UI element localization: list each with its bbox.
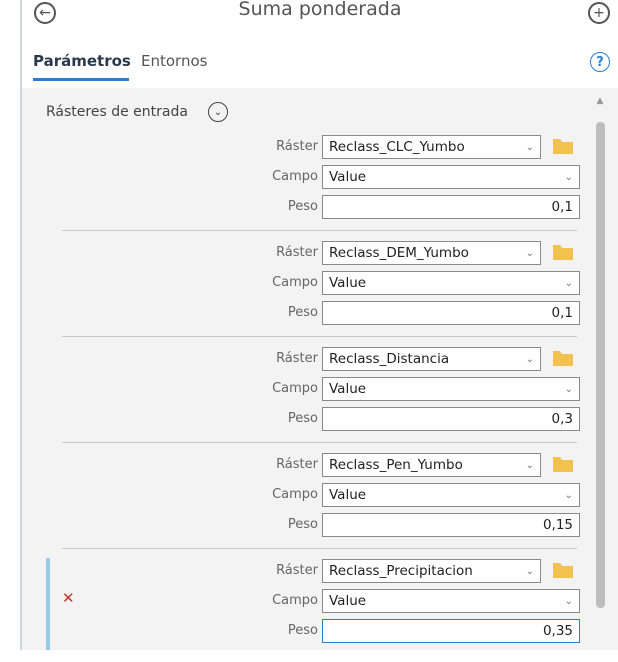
chevron-down-icon: ⌄ — [564, 278, 573, 289]
folder-icon[interactable] — [553, 351, 573, 366]
group-divider — [62, 442, 577, 443]
page-title: Suma ponderada — [238, 0, 402, 20]
campo-value: Value — [329, 275, 367, 291]
tab-parametros[interactable]: Parámetros — [33, 52, 131, 70]
group-divider — [62, 548, 577, 549]
raster-label: Ráster — [276, 245, 318, 260]
peso-input[interactable]: 0,3 — [322, 407, 580, 431]
raster-value: Reclass_CLC_Yumbo — [329, 139, 465, 155]
raster-row: Ráster Reclass_Distancia ⌄ — [22, 344, 602, 374]
peso-label: Peso — [287, 305, 318, 320]
peso-label: Peso — [287, 623, 318, 638]
campo-select[interactable]: Value ⌄ — [322, 271, 580, 295]
campo-select[interactable]: Value ⌄ — [322, 165, 580, 189]
raster-value: Reclass_Pen_Yumbo — [329, 457, 463, 473]
peso-row: Peso 0,35 — [22, 616, 602, 646]
tab-bar: Parámetros Entornos ? — [22, 46, 618, 86]
campo-value: Value — [329, 169, 367, 185]
folder-icon[interactable] — [553, 457, 573, 472]
scroll-up-icon[interactable]: ▲ — [594, 96, 606, 106]
campo-row: Campo Value ⌄ — [22, 480, 602, 510]
raster-row: Ráster Reclass_Pen_Yumbo ⌄ — [22, 450, 602, 480]
chevron-down-icon: ⌄ — [525, 460, 534, 471]
raster-select[interactable]: Reclass_CLC_Yumbo ⌄ — [322, 135, 541, 159]
chevron-down-icon: ⌄ — [525, 566, 534, 577]
raster-label: Ráster — [276, 457, 318, 472]
raster-value: Reclass_Distancia — [329, 351, 450, 367]
active-tab-indicator — [33, 78, 129, 81]
peso-row: Peso 0,15 — [22, 510, 602, 540]
peso-row: Peso 0,1 — [22, 192, 602, 222]
raster-label: Ráster — [276, 563, 318, 578]
raster-row: Ráster Reclass_Precipitacion ⌄ — [22, 556, 602, 586]
campo-value: Value — [329, 593, 367, 609]
raster-select[interactable]: Reclass_Pen_Yumbo ⌄ — [322, 453, 541, 477]
campo-row: Campo Value ⌄ — [22, 374, 602, 404]
peso-label: Peso — [287, 199, 318, 214]
chevron-down-icon: ⌄ — [564, 384, 573, 395]
campo-value: Value — [329, 487, 367, 503]
parameters-panel: Rásteres de entrada ⌄ ✕ Ráster Reclass_C… — [22, 88, 618, 650]
group-divider — [62, 336, 577, 337]
folder-icon[interactable] — [553, 563, 573, 578]
peso-input[interactable]: 0,35 — [322, 619, 580, 643]
raster-value: Reclass_Precipitacion — [329, 563, 473, 579]
raster-group: Ráster Reclass_Distancia ⌄ Campo Value ⌄ P… — [22, 344, 602, 450]
tab-entornos[interactable]: Entornos — [141, 52, 207, 70]
raster-select[interactable]: Reclass_Precipitacion ⌄ — [322, 559, 541, 583]
section-label: Rásteres de entrada — [46, 104, 188, 120]
add-icon[interactable]: + — [588, 2, 610, 24]
vertical-scrollbar[interactable]: ▲ — [594, 96, 606, 648]
folder-icon[interactable] — [553, 139, 573, 154]
campo-label: Campo — [272, 169, 318, 184]
raster-select[interactable]: Reclass_DEM_Yumbo ⌄ — [322, 241, 541, 265]
raster-value: Reclass_DEM_Yumbo — [329, 245, 469, 261]
chevron-down-icon: ⌄ — [525, 354, 534, 365]
campo-label: Campo — [272, 593, 318, 608]
tool-header: ← Suma ponderada + — [22, 0, 618, 36]
raster-row: Ráster Reclass_CLC_Yumbo ⌄ — [22, 132, 602, 162]
folder-icon[interactable] — [553, 245, 573, 260]
group-divider — [62, 230, 577, 231]
raster-group: Ráster Reclass_Precipitacion ⌄ Campo Valu… — [22, 556, 602, 662]
campo-select[interactable]: Value ⌄ — [322, 483, 580, 507]
campo-label: Campo — [272, 487, 318, 502]
campo-label: Campo — [272, 275, 318, 290]
peso-row: Peso 0,1 — [22, 298, 602, 328]
raster-select[interactable]: Reclass_Distancia ⌄ — [322, 347, 541, 371]
chevron-down-icon: ⌄ — [564, 596, 573, 607]
raster-group: Ráster Reclass_DEM_Yumbo ⌄ Campo Value ⌄ P… — [22, 238, 602, 344]
campo-value: Value — [329, 381, 367, 397]
chevron-down-icon: ⌄ — [525, 142, 534, 153]
campo-row: Campo Value ⌄ — [22, 268, 602, 298]
raster-row: Ráster Reclass_DEM_Yumbo ⌄ — [22, 238, 602, 268]
peso-input[interactable]: 0,1 — [322, 195, 580, 219]
campo-select[interactable]: Value ⌄ — [322, 589, 580, 613]
raster-label: Ráster — [276, 139, 318, 154]
campo-select[interactable]: Value ⌄ — [322, 377, 580, 401]
peso-input[interactable]: 0,1 — [322, 301, 580, 325]
chevron-down-icon: ⌄ — [564, 490, 573, 501]
campo-label: Campo — [272, 381, 318, 396]
peso-label: Peso — [287, 517, 318, 532]
peso-label: Peso — [287, 411, 318, 426]
help-icon[interactable]: ? — [590, 52, 610, 72]
raster-label: Ráster — [276, 351, 318, 366]
peso-row: Peso 0,3 — [22, 404, 602, 434]
raster-group: Ráster Reclass_Pen_Yumbo ⌄ Campo Value ⌄ P… — [22, 450, 602, 556]
raster-group: Ráster Reclass_CLC_Yumbo ⌄ Campo Value ⌄ P… — [22, 132, 602, 238]
chevron-down-icon[interactable]: ⌄ — [208, 102, 228, 122]
campo-row: Campo Value ⌄ — [22, 162, 602, 192]
chevron-down-icon: ⌄ — [564, 172, 573, 183]
scroll-thumb[interactable] — [596, 122, 605, 608]
campo-row: Campo Value ⌄ — [22, 586, 602, 616]
chevron-down-icon: ⌄ — [525, 248, 534, 259]
peso-input[interactable]: 0,15 — [322, 513, 580, 537]
